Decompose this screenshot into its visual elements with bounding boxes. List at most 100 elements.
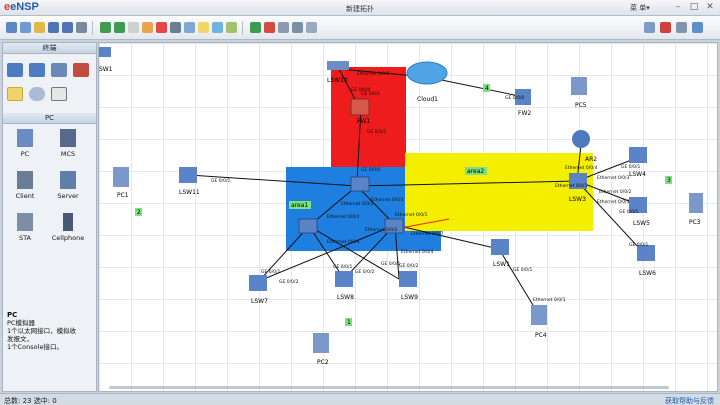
- chat-icon[interactable]: [644, 22, 655, 33]
- start-icon[interactable]: [250, 22, 261, 33]
- rectangle-icon[interactable]: [212, 22, 223, 33]
- delete-link-icon[interactable]: [170, 22, 181, 33]
- node-lsw4[interactable]: LSW4: [629, 147, 647, 178]
- topology-canvas[interactable]: area1 area2 SW1 LSW10 FW1 Cloud1 FW2 PC5…: [98, 42, 718, 392]
- pointer-icon[interactable]: [128, 22, 139, 33]
- new-topology-icon[interactable]: [6, 22, 17, 33]
- port-label: GE 0/0/1: [367, 129, 387, 135]
- save-icon[interactable]: [48, 22, 59, 33]
- palette-icon[interactable]: [198, 22, 209, 33]
- hand-icon[interactable]: [142, 22, 153, 33]
- switch-icon[interactable]: [29, 63, 45, 77]
- maximize-icon[interactable]: □: [688, 2, 700, 13]
- client-icon: [17, 171, 33, 189]
- switch-icon: [298, 218, 318, 234]
- port-label: GE 0/0/2: [279, 279, 299, 285]
- minimize-icon[interactable]: –: [672, 2, 684, 13]
- port-label: GE 0/0/2: [399, 263, 419, 269]
- mcs-icon: [60, 129, 76, 147]
- device-server[interactable]: Server: [48, 171, 88, 200]
- node-core-switch-b[interactable]: [298, 218, 318, 234]
- node-sw1[interactable]: SW1: [99, 47, 113, 73]
- open-icon[interactable]: [34, 22, 45, 33]
- sta-icon: [17, 213, 33, 231]
- router-icon[interactable]: [7, 63, 23, 77]
- port-label: GE 0/0/0: [505, 95, 525, 101]
- node-fw2[interactable]: FW2: [515, 89, 531, 117]
- switch-icon: [179, 167, 197, 183]
- node-lsw8[interactable]: LSW8: [335, 271, 354, 301]
- area2-label: area2: [467, 168, 484, 175]
- cloud-icon[interactable]: [29, 87, 45, 101]
- cloud-icon: [406, 61, 448, 85]
- menu-button[interactable]: 菜 单▾: [630, 3, 650, 13]
- node-lsw9[interactable]: LSW9: [399, 271, 418, 301]
- description-line: 1个Console接口。: [7, 343, 63, 351]
- node-pc1[interactable]: PC1: [113, 167, 129, 199]
- node-pc5[interactable]: PC5: [571, 77, 587, 109]
- node-cloud1[interactable]: Cloud1: [406, 61, 448, 103]
- device-sta[interactable]: STA: [5, 213, 45, 242]
- save-as-icon[interactable]: [62, 22, 73, 33]
- undo-icon[interactable]: [100, 22, 111, 33]
- window-title: 新建拓扑: [346, 5, 374, 13]
- svg-text:LSW3: LSW3: [569, 196, 586, 203]
- power-icon[interactable]: [51, 87, 67, 101]
- capture-icon[interactable]: [278, 22, 289, 33]
- node-core-switch-a[interactable]: [350, 176, 370, 192]
- new-file-icon[interactable]: [20, 22, 31, 33]
- port-label: GE 0/0/1: [211, 178, 231, 184]
- toolbar: [0, 16, 720, 40]
- node-pc3[interactable]: PC3: [689, 193, 703, 226]
- stop-icon[interactable]: [264, 22, 275, 33]
- port-label: GE 0/0/1: [381, 261, 401, 267]
- badge: 3: [667, 177, 671, 184]
- node-lsw1[interactable]: LSW1: [491, 239, 510, 268]
- svg-text:FW1: FW1: [357, 118, 370, 125]
- help-feedback-link[interactable]: 获取帮助与反馈: [665, 396, 714, 405]
- horizontal-scrollbar[interactable]: [109, 386, 669, 389]
- delete-icon[interactable]: [156, 22, 167, 33]
- topology-icon[interactable]: [292, 22, 303, 33]
- area1-label: area1: [291, 202, 308, 209]
- port-label: Ethernet 0/0/1: [395, 212, 428, 218]
- device-mcs[interactable]: MCS: [48, 129, 88, 158]
- title-bar: eeNSP 新建拓扑 菜 单▾ – □ ✕: [0, 0, 720, 16]
- redo-icon[interactable]: [114, 22, 125, 33]
- port-label: GE 0/0/0: [361, 167, 381, 173]
- port-label: Ethernet 0/0/1: [555, 183, 588, 189]
- server-icon: [60, 171, 76, 189]
- settings-icon[interactable]: [676, 22, 687, 33]
- pc-category-icon[interactable]: [7, 87, 23, 101]
- port-label: Ethernet 0/0/2: [341, 201, 374, 207]
- port-label: Ethernet 0/0/1: [533, 297, 566, 303]
- svg-text:AR2: AR2: [585, 156, 597, 163]
- device-pc[interactable]: PC: [5, 129, 45, 158]
- print-icon[interactable]: [76, 22, 87, 33]
- port-label: Ethernet 0/0/1: [327, 214, 360, 220]
- node-pc2[interactable]: PC2: [313, 333, 329, 366]
- fullscreen-icon[interactable]: [306, 22, 317, 33]
- close-icon[interactable]: ✕: [704, 2, 716, 13]
- switch-icon: [249, 275, 267, 291]
- node-lsw6[interactable]: LSW6: [637, 245, 656, 277]
- port-label: Ethernet 0/0/7: [411, 231, 444, 237]
- huawei-icon[interactable]: [660, 22, 671, 33]
- help-icon[interactable]: [692, 22, 703, 33]
- svg-text:LSW8: LSW8: [337, 294, 354, 301]
- ellipse-icon[interactable]: [226, 22, 237, 33]
- status-count: 总数: 23 选中: 0: [4, 397, 57, 405]
- firewall-icon[interactable]: [73, 63, 89, 77]
- wlan-icon[interactable]: [51, 63, 67, 77]
- text-icon[interactable]: [184, 22, 195, 33]
- node-lsw11[interactable]: LSW11: [179, 167, 200, 196]
- description-title: PC: [7, 311, 18, 319]
- area2-region[interactable]: [405, 153, 593, 231]
- node-lsw7[interactable]: LSW7: [249, 275, 268, 305]
- svg-text:PC1: PC1: [117, 192, 129, 199]
- device-cellphone[interactable]: Cellphone: [48, 213, 88, 242]
- node-pc4[interactable]: PC4: [531, 305, 547, 339]
- badge: 4: [485, 85, 489, 92]
- description-line: 1个以太网接口，模拟收: [7, 327, 77, 335]
- device-client[interactable]: Client: [5, 171, 45, 200]
